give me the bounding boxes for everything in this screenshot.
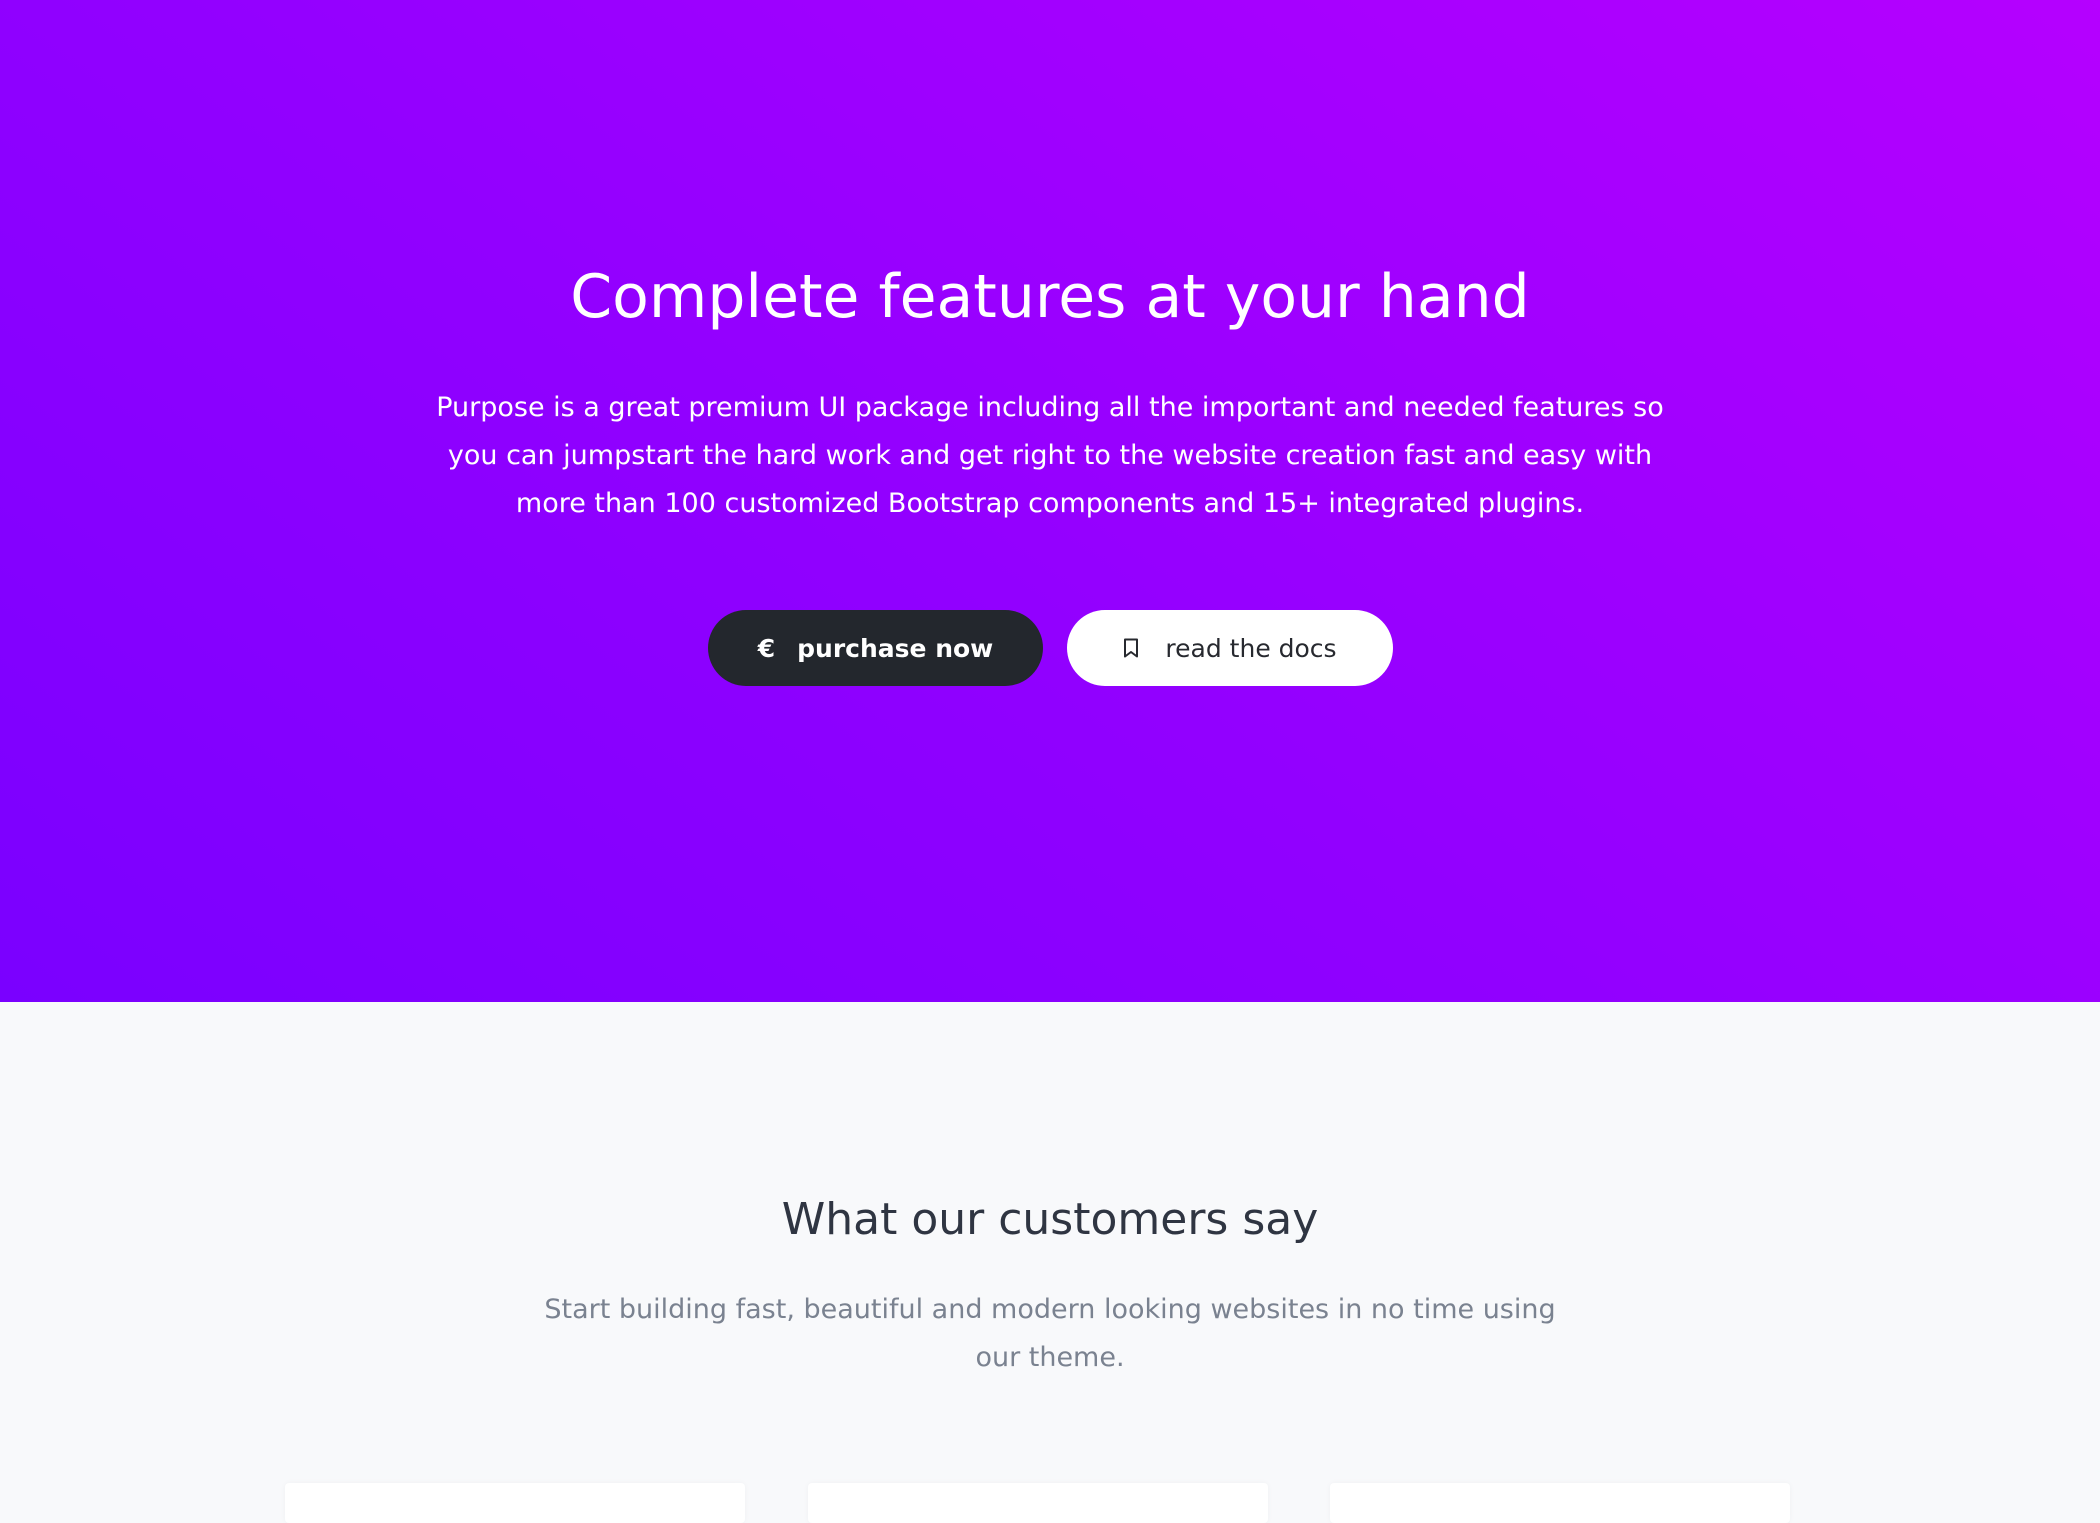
hero-description: Purpose is a great premium UI package in… <box>436 392 1664 519</box>
hero-section: Complete features at your hand Purpose i… <box>0 0 2100 1002</box>
purchase-now-label: purchase now <box>797 633 994 663</box>
euro-icon: € <box>757 633 776 663</box>
section-title: What our customers say <box>781 1194 1319 1245</box>
section-description: Start building fast, beautiful and moder… <box>544 1294 1556 1373</box>
purchase-now-button[interactable]: € purchase now <box>708 610 1043 686</box>
testimonial-card <box>285 1483 745 1523</box>
read-the-docs-label: read the docs <box>1165 633 1337 663</box>
bookmark-icon <box>1123 638 1139 658</box>
hero-title: Complete features at your hand <box>570 262 1530 332</box>
testimonial-card <box>808 1483 1268 1523</box>
testimonial-card <box>1330 1483 1790 1523</box>
read-the-docs-button[interactable]: read the docs <box>1067 610 1393 686</box>
